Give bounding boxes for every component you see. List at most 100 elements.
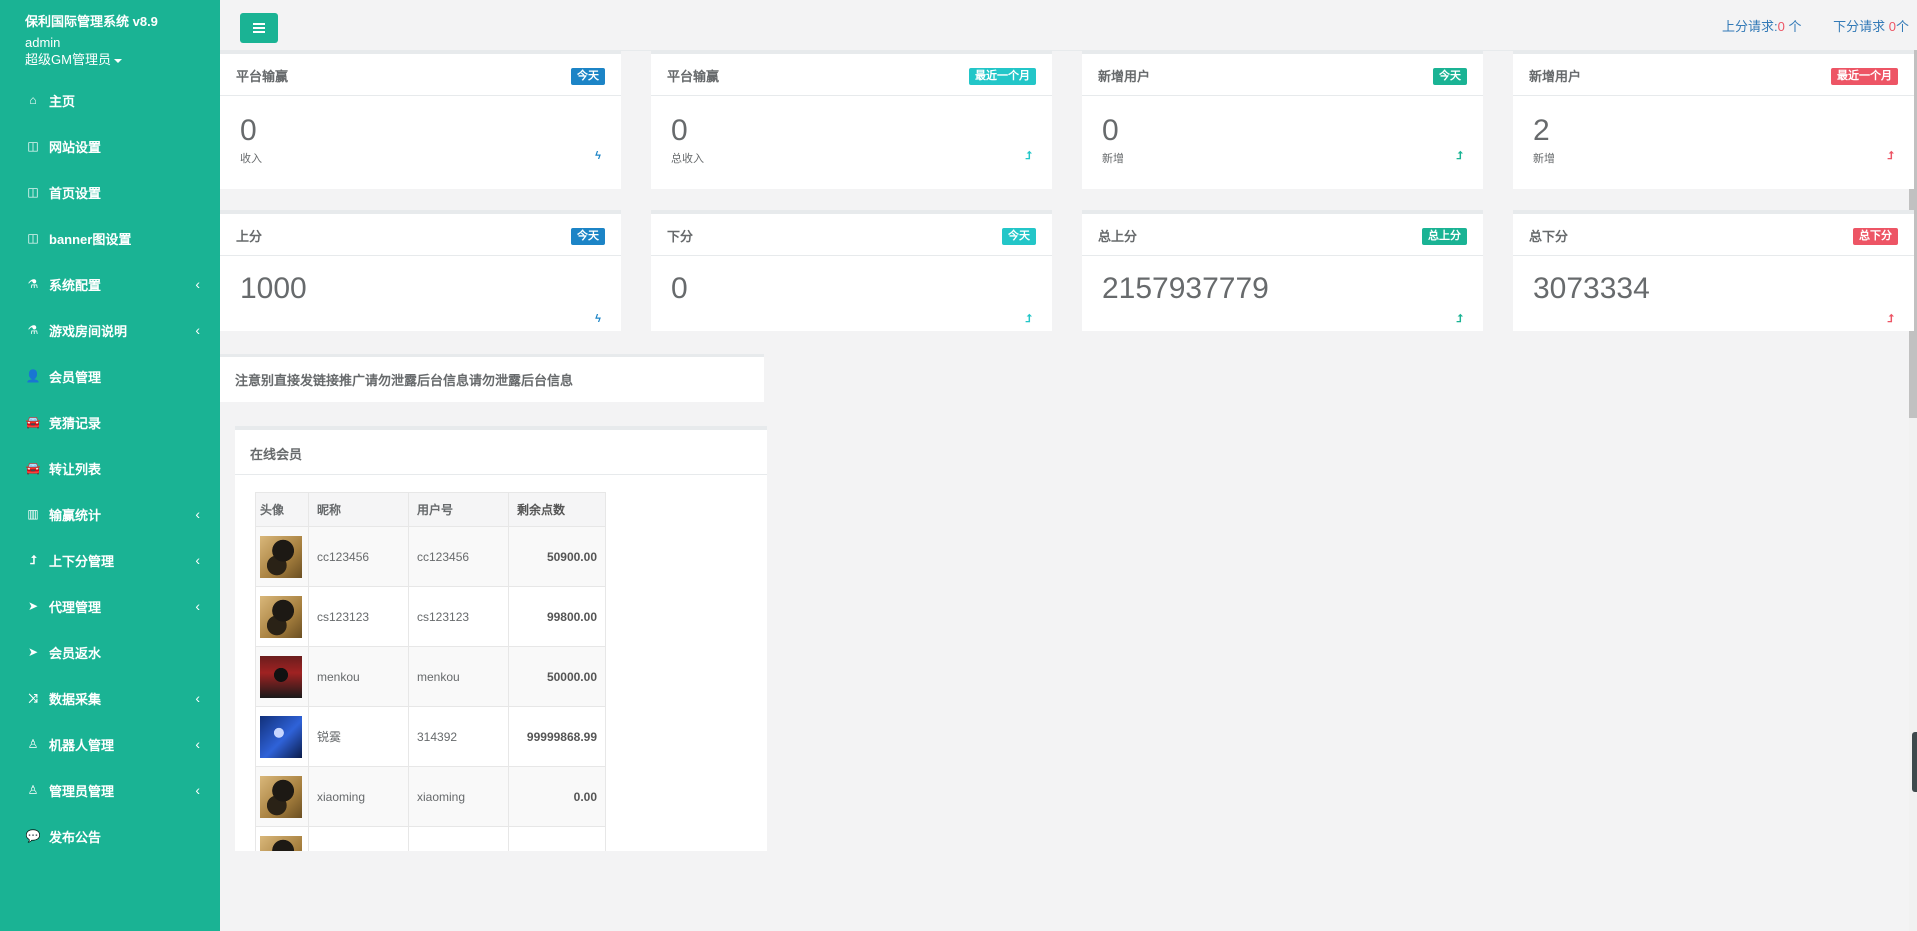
comment-icon: 💬	[25, 829, 41, 843]
sidebar-item-5[interactable]: ⚗ 游戏房间说明 ‹	[0, 307, 220, 353]
stat-card: 新增用户 最近一个月 2 新增 ⮥	[1513, 50, 1914, 189]
sidebar-item-6[interactable]: 👤 会员管理	[0, 353, 220, 399]
sidebar-item-11[interactable]: ➤ 代理管理 ‹	[0, 583, 220, 629]
sidebar-item-label: 转让列表	[49, 461, 102, 477]
sidebar-item-16[interactable]: 💬 发布公告	[0, 813, 220, 859]
stat-card-title: 平台输赢	[667, 69, 720, 84]
top-navbar: 上分请求:0 个 下分请求 0个	[220, 0, 1917, 51]
up-request-link[interactable]: 上分请求:0 个	[1722, 19, 1801, 34]
down-request-count: 0	[1888, 19, 1896, 34]
sidebar-item-label: banner图设置	[49, 231, 132, 247]
stat-period-badge: 最近一个月	[969, 68, 1036, 85]
member-user-id: cs123123	[408, 586, 509, 647]
columns-icon: ◫	[27, 231, 39, 245]
online-members-panel: 在线会员 头像 昵称 用户号 剩余点数 cc123456 cc123456 5090…	[235, 426, 767, 851]
sidebar-item-1[interactable]: ◫ 网站设置	[0, 123, 220, 169]
stat-card-header: 新增用户 最近一个月	[1513, 54, 1914, 96]
avatar-blue-hair	[260, 715, 302, 758]
stat-card-header: 总上分 总上分	[1082, 214, 1483, 256]
stat-card-title: 下分	[667, 229, 694, 244]
sidebar-item-label: 会员管理	[49, 369, 102, 385]
up-request-unit: 个	[1784, 19, 1802, 34]
down-request-unit: 个	[1895, 19, 1909, 34]
stat-card: 平台输赢 最近一个月 0 总收入 ⮥	[651, 50, 1052, 189]
stat-value: 0	[240, 114, 257, 147]
stat-sub-label: 收入	[240, 153, 262, 165]
online-members-title: 在线会员	[250, 447, 303, 462]
level-up-icon: ⮥	[1456, 150, 1464, 162]
member-points: 99800.00	[508, 586, 606, 647]
member-user-id: xiaoming	[408, 766, 509, 827]
stat-card-header: 上分 今天	[220, 214, 621, 256]
sidebar-item-9[interactable]: ▥ 输赢统计 ‹	[0, 491, 220, 537]
col-nickname: 昵称	[308, 492, 409, 527]
side-tab-handle[interactable]	[1912, 732, 1917, 792]
stat-card-title: 总上分	[1098, 229, 1138, 244]
sidebar-item-0[interactable]: ⌂ 主页	[0, 77, 220, 123]
male-icon: ♙	[27, 737, 39, 751]
chevron-left-icon: ‹	[195, 276, 200, 292]
level-up-icon: ⮥	[29, 552, 37, 567]
online-members-table: 头像 昵称 用户号 剩余点数 cc123456 cc123456 50900.00 c…	[255, 492, 606, 851]
sidebar-item-7[interactable]: 🚘 竞猜记录	[0, 399, 220, 445]
stat-card-header: 平台输赢 最近一个月	[651, 54, 1052, 96]
col-user-id: 用户号	[408, 492, 509, 527]
user-role-label: 超级GM管理员	[25, 52, 111, 67]
stat-period-badge: 总下分	[1853, 228, 1898, 245]
caret-down-icon	[113, 58, 122, 63]
sidebar-item-2[interactable]: ◫ 首页设置	[0, 169, 220, 215]
columns-icon: ◫	[27, 185, 39, 199]
table-row: cs123123 cs123123 99800.00	[255, 586, 606, 647]
level-up-icon: ⮥	[1887, 313, 1895, 325]
sidebar-item-12[interactable]: ➤ 会员返水	[0, 629, 220, 675]
sidebar-item-label: 管理员管理	[49, 783, 115, 799]
level-up-icon: ⮥	[1025, 150, 1033, 162]
car-icon: 🚘	[25, 415, 41, 429]
avatar-dark-creature	[260, 835, 302, 851]
user-role-dropdown[interactable]: 超级GM管理员	[25, 51, 220, 68]
sidebar-item-14[interactable]: ♙ 机器人管理 ‹	[0, 721, 220, 767]
stat-period-badge: 今天	[571, 228, 605, 245]
avatar-dark-creature	[260, 775, 302, 818]
online-members-header: 在线会员	[235, 430, 767, 475]
sidebar-item-3[interactable]: ◫ banner图设置	[0, 215, 220, 261]
stat-value: 2157937779	[1102, 272, 1269, 305]
down-request-link[interactable]: 下分请求 0个	[1833, 19, 1909, 34]
level-up-icon: ⮥	[1887, 150, 1895, 162]
up-request-label: 上分请求:	[1722, 19, 1778, 34]
stat-card: 平台输赢 今天 0 收入 ϟ	[220, 50, 621, 189]
columns-icon: ◫	[27, 139, 39, 153]
stat-period-badge: 今天	[1002, 228, 1036, 245]
sidebar-item-label: 发布公告	[49, 829, 102, 845]
stat-card-header: 新增用户 今天	[1082, 54, 1483, 96]
down-request-label: 下分请求	[1833, 19, 1889, 34]
up-request-count: 0	[1777, 19, 1785, 34]
chevron-left-icon: ‹	[195, 322, 200, 338]
stat-card-title: 新增用户	[1529, 69, 1582, 84]
sidebar-item-label: 游戏房间说明	[49, 323, 128, 339]
avatar-dark-creature	[260, 535, 302, 578]
member-points: 99999868.99	[508, 706, 606, 767]
member-nickname: cc123456	[308, 526, 409, 587]
stat-period-badge: 最近一个月	[1831, 68, 1898, 85]
user-icon: 👤	[25, 369, 41, 383]
chevron-left-icon: ‹	[195, 506, 200, 522]
chevron-left-icon: ‹	[195, 598, 200, 614]
sidebar: 保利国际管理系统 v8.9 admin 超级GM管理员 ⌂ 主页 ◫ 网站设置 ◫ 首页设…	[0, 0, 220, 931]
sidebar-item-13[interactable]: ⤨ 数据采集 ‹	[0, 675, 220, 721]
stat-value: 0	[671, 114, 688, 147]
app-title: 保利国际管理系统 v8.9	[25, 14, 158, 29]
table-row: menkou menkou 50000.00	[255, 646, 606, 707]
random-icon: ⤨	[28, 690, 38, 705]
request-counters: 上分请求:0 个 下分请求 0个	[1722, 16, 1909, 35]
sidebar-item-8[interactable]: 🚘 转让列表	[0, 445, 220, 491]
sidebar-item-10[interactable]: ⮥ 上下分管理 ‹	[0, 537, 220, 583]
member-nickname: cs123123	[308, 586, 409, 647]
user-name: admin	[25, 35, 61, 50]
col-avatar: 头像	[255, 492, 309, 527]
sidebar-item-label: 机器人管理	[49, 737, 115, 753]
stat-value: 0	[1102, 114, 1119, 147]
sidebar-item-15[interactable]: ♙ 管理员管理 ‹	[0, 767, 220, 813]
sidebar-toggle-button[interactable]	[240, 13, 278, 43]
sidebar-item-4[interactable]: ⚗ 系统配置 ‹	[0, 261, 220, 307]
